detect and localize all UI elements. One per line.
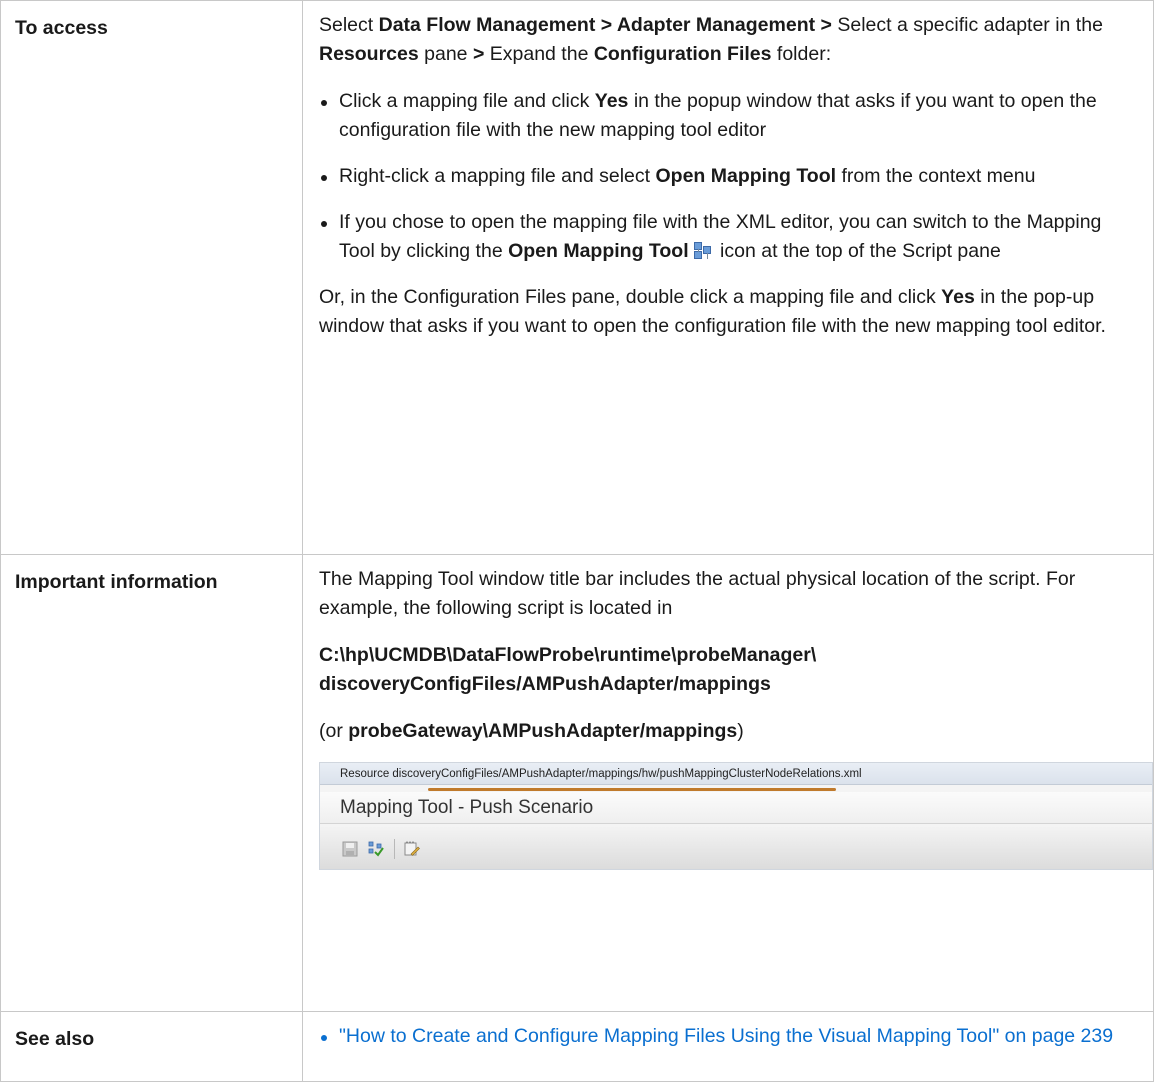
edit-icon	[404, 841, 420, 856]
list-item: If you chose to open the mapping file wi…	[319, 208, 1137, 266]
row-see-also: See also "How to Create and Configure Ma…	[0, 1011, 1154, 1082]
important-description: The Mapping Tool window title bar includ…	[319, 568, 1076, 619]
row-label-to-access: To access	[0, 0, 303, 555]
list-item: Click a mapping file and click Yes in th…	[319, 87, 1137, 145]
resource-title-bar: Resource discoveryConfigFiles/AMPushAdap…	[320, 763, 1152, 785]
script-path: C:\hp\UCMDB\DataFlowProbe\runtime\probeM…	[319, 644, 817, 695]
validate-mapping-icon	[368, 841, 384, 857]
mapping-tool-toolbar	[320, 827, 1152, 869]
row-to-access: To access Select Data Flow Management > …	[0, 0, 1154, 555]
access-outro: Or, in the Configuration Files pane, dou…	[319, 286, 1106, 337]
reference-table: To access Select Data Flow Management > …	[0, 0, 1154, 1082]
important-information-content: The Mapping Tool window title bar includ…	[302, 554, 1154, 1012]
list-item: Right-click a mapping file and select Op…	[319, 162, 1137, 191]
alternate-path: (or probeGateway\AMPushAdapter/mappings)	[319, 720, 744, 742]
row-label-important-information: Important information	[0, 554, 303, 1012]
mapping-tool-screenshot: Resource discoveryConfigFiles/AMPushAdap…	[319, 762, 1153, 870]
access-steps-list: Click a mapping file and click Yes in th…	[319, 87, 1137, 266]
see-also-list: "How to Create and Configure Mapping Fil…	[319, 1022, 1137, 1051]
row-label-see-also: See also	[0, 1011, 303, 1082]
to-access-content: Select Data Flow Management > Adapter Ma…	[302, 0, 1154, 555]
mapping-tool-icon	[693, 241, 711, 259]
path-highlight-underline	[428, 788, 836, 791]
save-icon	[342, 841, 358, 857]
mapping-tool-window-title: Mapping Tool - Push Scenario	[320, 792, 1152, 824]
row-important-information: Important information The Mapping Tool w…	[0, 554, 1154, 1012]
list-item: "How to Create and Configure Mapping Fil…	[319, 1022, 1137, 1051]
toolbar-separator	[394, 839, 395, 859]
access-intro: Select Data Flow Management > Adapter Ma…	[319, 14, 1103, 65]
see-also-content: "How to Create and Configure Mapping Fil…	[302, 1011, 1154, 1082]
